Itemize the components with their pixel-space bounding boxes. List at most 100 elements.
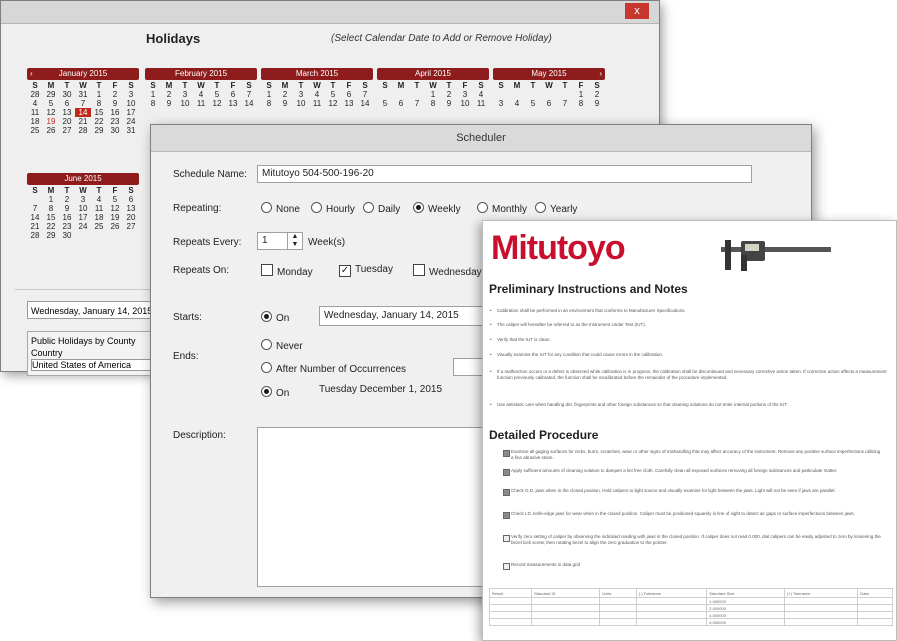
calendar-day[interactable]: 6 <box>393 99 409 108</box>
calendar-day[interactable]: 21 <box>27 222 43 231</box>
calendar-day[interactable]: 11 <box>27 108 43 117</box>
calendar-day[interactable]: 14 <box>27 213 43 222</box>
calendar-day[interactable]: 3 <box>493 99 509 108</box>
calendar-day[interactable]: 7 <box>75 99 91 108</box>
calendar-day[interactable]: 4 <box>509 99 525 108</box>
calendar-day[interactable]: 30 <box>59 231 75 240</box>
calendar-day[interactable]: 9 <box>441 99 457 108</box>
calendar-day[interactable]: 10 <box>177 99 193 108</box>
repeat-option-monthly[interactable]: Monthly <box>477 202 527 215</box>
calendar-day[interactable]: 2 <box>59 195 75 204</box>
calendar-day[interactable]: 7 <box>357 90 373 99</box>
calendar-day[interactable]: 17 <box>75 213 91 222</box>
calendar-day[interactable]: 11 <box>91 204 107 213</box>
calendar-day[interactable]: 11 <box>309 99 325 108</box>
calendar-day[interactable]: 5 <box>107 195 123 204</box>
calendar-day[interactable]: 12 <box>43 108 59 117</box>
calendar-day[interactable]: 23 <box>59 222 75 231</box>
calendar-day[interactable]: 10 <box>457 99 473 108</box>
selected-date-field[interactable]: Wednesday, January 14, 2015 <box>27 301 155 319</box>
calendar-day[interactable]: 20 <box>123 213 139 222</box>
calendar-day[interactable]: 7 <box>557 99 573 108</box>
checked-box-icon[interactable] <box>503 469 510 476</box>
calendar-day[interactable]: 12 <box>325 99 341 108</box>
calendar-day[interactable]: 31 <box>75 90 91 99</box>
calendar-day[interactable]: 14 <box>241 99 257 108</box>
day-checkbox-tuesday[interactable]: ✓ Tuesday <box>339 264 393 277</box>
close-button[interactable]: x <box>625 3 649 19</box>
table-cell[interactable] <box>488 618 533 626</box>
checkbox-icon[interactable] <box>503 535 510 542</box>
table-cell[interactable] <box>488 597 533 605</box>
calendar-day[interactable]: 1 <box>91 90 107 99</box>
calendar-day[interactable]: 9 <box>107 99 123 108</box>
ends-date-picker[interactable]: Tuesday December 1, 2015 <box>315 381 490 401</box>
checked-box-icon[interactable] <box>503 489 510 496</box>
calendar-day[interactable]: 8 <box>43 204 59 213</box>
calendar-day[interactable]: 12 <box>107 204 123 213</box>
calendar-day[interactable]: 28 <box>75 126 91 135</box>
calendar-day[interactable]: 24 <box>75 222 91 231</box>
calendar-day[interactable]: 4 <box>91 195 107 204</box>
calendar-day[interactable]: 19 <box>43 117 59 126</box>
prev-month-icon[interactable]: ‹ <box>30 68 33 80</box>
calendar-day[interactable]: 5 <box>525 99 541 108</box>
checked-box-icon[interactable] <box>503 512 510 519</box>
calendar-day[interactable]: 13 <box>341 99 357 108</box>
calendar-day[interactable]: 31 <box>123 126 139 135</box>
calendar-day[interactable]: 26 <box>107 222 123 231</box>
calendar-day[interactable]: 6 <box>123 195 139 204</box>
calendar-day[interactable]: 8 <box>91 99 107 108</box>
calendar-day[interactable]: 6 <box>225 90 241 99</box>
country-select[interactable]: United States of America <box>31 359 151 371</box>
calendar-day[interactable]: 4 <box>309 90 325 99</box>
calendar-day[interactable]: 10 <box>123 99 139 108</box>
spinner-icon[interactable]: ▲ ▼ <box>287 233 302 249</box>
calendar-day[interactable]: 3 <box>123 90 139 99</box>
calendar-day[interactable]: 30 <box>107 126 123 135</box>
description-textarea[interactable] <box>257 427 507 587</box>
calendar-day[interactable]: 14 <box>357 99 373 108</box>
table-cell[interactable] <box>857 611 893 619</box>
calendar-day[interactable]: 20 <box>59 117 75 126</box>
calendar-day[interactable]: 6 <box>341 90 357 99</box>
calendar-day[interactable]: 8 <box>425 99 441 108</box>
calendar-day[interactable]: 25 <box>91 222 107 231</box>
day-checkbox-monday[interactable]: Monday <box>261 264 313 278</box>
repeat-option-weekly[interactable]: Weekly <box>413 202 461 215</box>
calendar-day[interactable]: 10 <box>75 204 91 213</box>
calendar-day[interactable]: 2 <box>589 90 605 99</box>
repeat-option-hourly[interactable]: Hourly <box>311 202 355 215</box>
repeat-option-daily[interactable]: Daily <box>363 202 400 215</box>
calendar-day[interactable]: 2 <box>107 90 123 99</box>
calendar-day[interactable]: 22 <box>91 117 107 126</box>
repeats-every-stepper[interactable]: 1 ▲ ▼ <box>257 232 303 250</box>
calendar-day[interactable]: 7 <box>409 99 425 108</box>
calendar-day[interactable]: 24 <box>123 117 139 126</box>
table-cell[interactable] <box>488 611 533 619</box>
calendar-day[interactable]: 16 <box>59 213 75 222</box>
calendar-day[interactable]: 29 <box>91 126 107 135</box>
starts-on-radio[interactable]: On <box>261 311 289 324</box>
calendar-day[interactable]: 4 <box>193 90 209 99</box>
calendar-day[interactable]: 11 <box>473 99 489 108</box>
calendar-day[interactable]: 2 <box>277 90 293 99</box>
calendar-day[interactable]: 28 <box>27 90 43 99</box>
calendar-day[interactable]: 3 <box>75 195 91 204</box>
checkbox-icon[interactable] <box>503 563 510 570</box>
calendar-day[interactable]: 13 <box>123 204 139 213</box>
calendar-day[interactable]: 3 <box>457 90 473 99</box>
calendar-day[interactable]: 5 <box>43 99 59 108</box>
calendar-day[interactable]: 12 <box>209 99 225 108</box>
day-checkbox-wednesday[interactable]: Wednesday <box>413 264 482 278</box>
calendar-day[interactable]: 17 <box>123 108 139 117</box>
ends-never-radio[interactable]: Never <box>261 339 303 352</box>
calendar-day[interactable]: 7 <box>27 204 43 213</box>
calendar-day[interactable]: 15 <box>91 108 107 117</box>
calendar-day[interactable]: 28 <box>27 231 43 240</box>
calendar-day[interactable]: 1 <box>43 195 59 204</box>
calendar-day[interactable]: 10 <box>293 99 309 108</box>
repeat-option-yearly[interactable]: Yearly <box>535 202 577 215</box>
calendar-day[interactable]: 16 <box>107 108 123 117</box>
calendar-day[interactable]: 6 <box>59 99 75 108</box>
